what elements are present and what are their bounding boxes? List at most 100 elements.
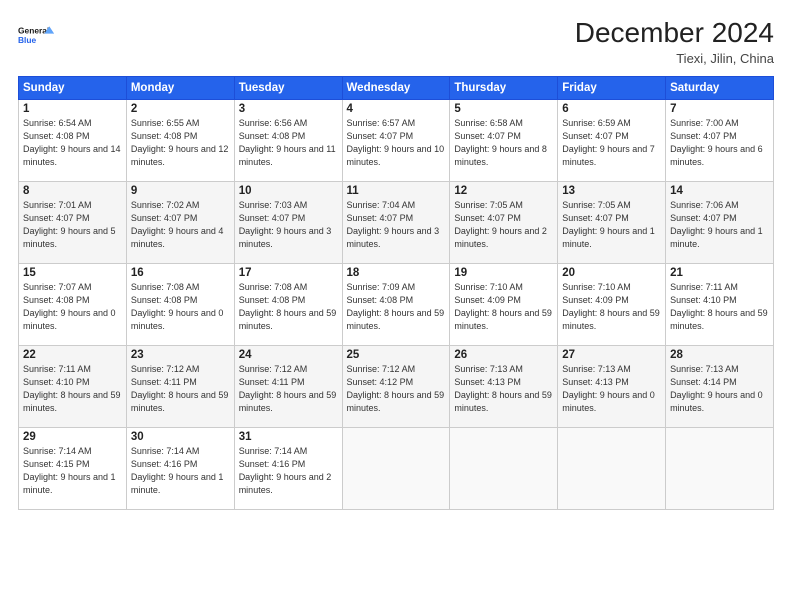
- calendar-cell: 2 Sunrise: 6:55 AM Sunset: 4:08 PM Dayli…: [126, 99, 234, 181]
- day-info: Sunrise: 6:58 AM Sunset: 4:07 PM Dayligh…: [454, 117, 553, 169]
- day-info: Sunrise: 7:03 AM Sunset: 4:07 PM Dayligh…: [239, 199, 338, 251]
- calendar-cell: 26 Sunrise: 7:13 AM Sunset: 4:13 PM Dayl…: [450, 345, 558, 427]
- col-saturday: Saturday: [666, 76, 774, 99]
- calendar-cell: 5 Sunrise: 6:58 AM Sunset: 4:07 PM Dayli…: [450, 99, 558, 181]
- col-sunday: Sunday: [19, 76, 127, 99]
- day-info: Sunrise: 7:00 AM Sunset: 4:07 PM Dayligh…: [670, 117, 769, 169]
- day-info: Sunrise: 7:14 AM Sunset: 4:16 PM Dayligh…: [239, 445, 338, 497]
- day-number: 10: [239, 185, 338, 197]
- calendar-cell: [342, 427, 450, 509]
- day-info: Sunrise: 7:10 AM Sunset: 4:09 PM Dayligh…: [562, 281, 661, 333]
- col-wednesday: Wednesday: [342, 76, 450, 99]
- calendar-cell: 9 Sunrise: 7:02 AM Sunset: 4:07 PM Dayli…: [126, 181, 234, 263]
- calendar-cell: 29 Sunrise: 7:14 AM Sunset: 4:15 PM Dayl…: [19, 427, 127, 509]
- logo: General Blue: [18, 18, 54, 54]
- page: General Blue December 2024 Tiexi, Jilin,…: [0, 0, 792, 612]
- day-info: Sunrise: 7:13 AM Sunset: 4:14 PM Dayligh…: [670, 363, 769, 415]
- day-info: Sunrise: 7:11 AM Sunset: 4:10 PM Dayligh…: [23, 363, 122, 415]
- day-number: 12: [454, 185, 553, 197]
- day-number: 25: [347, 349, 446, 361]
- day-info: Sunrise: 7:02 AM Sunset: 4:07 PM Dayligh…: [131, 199, 230, 251]
- calendar-cell: 10 Sunrise: 7:03 AM Sunset: 4:07 PM Dayl…: [234, 181, 342, 263]
- day-number: 23: [131, 349, 230, 361]
- day-number: 6: [562, 103, 661, 115]
- calendar-cell: 28 Sunrise: 7:13 AM Sunset: 4:14 PM Dayl…: [666, 345, 774, 427]
- day-info: Sunrise: 7:05 AM Sunset: 4:07 PM Dayligh…: [562, 199, 661, 251]
- calendar-cell: 19 Sunrise: 7:10 AM Sunset: 4:09 PM Dayl…: [450, 263, 558, 345]
- day-info: Sunrise: 7:09 AM Sunset: 4:08 PM Dayligh…: [347, 281, 446, 333]
- calendar-cell: [450, 427, 558, 509]
- calendar-body: 1 Sunrise: 6:54 AM Sunset: 4:08 PM Dayli…: [19, 99, 774, 509]
- day-info: Sunrise: 7:08 AM Sunset: 4:08 PM Dayligh…: [239, 281, 338, 333]
- day-number: 4: [347, 103, 446, 115]
- location: Tiexi, Jilin, China: [575, 51, 774, 66]
- calendar-row: 1 Sunrise: 6:54 AM Sunset: 4:08 PM Dayli…: [19, 99, 774, 181]
- svg-text:Blue: Blue: [18, 35, 37, 45]
- calendar-cell: 23 Sunrise: 7:12 AM Sunset: 4:11 PM Dayl…: [126, 345, 234, 427]
- day-info: Sunrise: 7:11 AM Sunset: 4:10 PM Dayligh…: [670, 281, 769, 333]
- day-info: Sunrise: 7:12 AM Sunset: 4:11 PM Dayligh…: [131, 363, 230, 415]
- month-title: December 2024: [575, 18, 774, 49]
- day-info: Sunrise: 6:55 AM Sunset: 4:08 PM Dayligh…: [131, 117, 230, 169]
- logo-svg: General Blue: [18, 18, 54, 54]
- calendar-cell: 16 Sunrise: 7:08 AM Sunset: 4:08 PM Dayl…: [126, 263, 234, 345]
- day-info: Sunrise: 6:59 AM Sunset: 4:07 PM Dayligh…: [562, 117, 661, 169]
- day-info: Sunrise: 6:54 AM Sunset: 4:08 PM Dayligh…: [23, 117, 122, 169]
- col-friday: Friday: [558, 76, 666, 99]
- calendar-row: 22 Sunrise: 7:11 AM Sunset: 4:10 PM Dayl…: [19, 345, 774, 427]
- day-info: Sunrise: 6:57 AM Sunset: 4:07 PM Dayligh…: [347, 117, 446, 169]
- day-number: 1: [23, 103, 122, 115]
- day-number: 15: [23, 267, 122, 279]
- col-monday: Monday: [126, 76, 234, 99]
- day-number: 20: [562, 267, 661, 279]
- day-info: Sunrise: 7:14 AM Sunset: 4:16 PM Dayligh…: [131, 445, 230, 497]
- calendar-cell: 31 Sunrise: 7:14 AM Sunset: 4:16 PM Dayl…: [234, 427, 342, 509]
- day-number: 14: [670, 185, 769, 197]
- calendar-cell: 11 Sunrise: 7:04 AM Sunset: 4:07 PM Dayl…: [342, 181, 450, 263]
- calendar-cell: 7 Sunrise: 7:00 AM Sunset: 4:07 PM Dayli…: [666, 99, 774, 181]
- calendar-cell: 27 Sunrise: 7:13 AM Sunset: 4:13 PM Dayl…: [558, 345, 666, 427]
- calendar-cell: 3 Sunrise: 6:56 AM Sunset: 4:08 PM Dayli…: [234, 99, 342, 181]
- calendar-cell: 8 Sunrise: 7:01 AM Sunset: 4:07 PM Dayli…: [19, 181, 127, 263]
- day-number: 18: [347, 267, 446, 279]
- calendar-cell: [558, 427, 666, 509]
- calendar-cell: 24 Sunrise: 7:12 AM Sunset: 4:11 PM Dayl…: [234, 345, 342, 427]
- title-block: December 2024 Tiexi, Jilin, China: [575, 18, 774, 66]
- day-info: Sunrise: 7:06 AM Sunset: 4:07 PM Dayligh…: [670, 199, 769, 251]
- calendar-row: 29 Sunrise: 7:14 AM Sunset: 4:15 PM Dayl…: [19, 427, 774, 509]
- day-info: Sunrise: 7:01 AM Sunset: 4:07 PM Dayligh…: [23, 199, 122, 251]
- day-info: Sunrise: 7:04 AM Sunset: 4:07 PM Dayligh…: [347, 199, 446, 251]
- day-info: Sunrise: 7:05 AM Sunset: 4:07 PM Dayligh…: [454, 199, 553, 251]
- calendar-cell: 20 Sunrise: 7:10 AM Sunset: 4:09 PM Dayl…: [558, 263, 666, 345]
- day-number: 11: [347, 185, 446, 197]
- day-info: Sunrise: 7:13 AM Sunset: 4:13 PM Dayligh…: [562, 363, 661, 415]
- day-number: 29: [23, 431, 122, 443]
- calendar-cell: 14 Sunrise: 7:06 AM Sunset: 4:07 PM Dayl…: [666, 181, 774, 263]
- col-tuesday: Tuesday: [234, 76, 342, 99]
- day-number: 17: [239, 267, 338, 279]
- calendar-cell: 30 Sunrise: 7:14 AM Sunset: 4:16 PM Dayl…: [126, 427, 234, 509]
- day-info: Sunrise: 7:13 AM Sunset: 4:13 PM Dayligh…: [454, 363, 553, 415]
- calendar-cell: 15 Sunrise: 7:07 AM Sunset: 4:08 PM Dayl…: [19, 263, 127, 345]
- day-number: 19: [454, 267, 553, 279]
- day-number: 5: [454, 103, 553, 115]
- day-number: 24: [239, 349, 338, 361]
- day-number: 28: [670, 349, 769, 361]
- day-info: Sunrise: 7:12 AM Sunset: 4:12 PM Dayligh…: [347, 363, 446, 415]
- day-number: 9: [131, 185, 230, 197]
- day-info: Sunrise: 7:14 AM Sunset: 4:15 PM Dayligh…: [23, 445, 122, 497]
- calendar-cell: 25 Sunrise: 7:12 AM Sunset: 4:12 PM Dayl…: [342, 345, 450, 427]
- day-number: 27: [562, 349, 661, 361]
- day-number: 3: [239, 103, 338, 115]
- day-number: 2: [131, 103, 230, 115]
- calendar-cell: 1 Sunrise: 6:54 AM Sunset: 4:08 PM Dayli…: [19, 99, 127, 181]
- day-info: Sunrise: 7:08 AM Sunset: 4:08 PM Dayligh…: [131, 281, 230, 333]
- calendar-cell: [666, 427, 774, 509]
- calendar-row: 15 Sunrise: 7:07 AM Sunset: 4:08 PM Dayl…: [19, 263, 774, 345]
- calendar-cell: 17 Sunrise: 7:08 AM Sunset: 4:08 PM Dayl…: [234, 263, 342, 345]
- day-number: 21: [670, 267, 769, 279]
- calendar-cell: 18 Sunrise: 7:09 AM Sunset: 4:08 PM Dayl…: [342, 263, 450, 345]
- calendar-row: 8 Sunrise: 7:01 AM Sunset: 4:07 PM Dayli…: [19, 181, 774, 263]
- day-info: Sunrise: 7:10 AM Sunset: 4:09 PM Dayligh…: [454, 281, 553, 333]
- calendar-table: Sunday Monday Tuesday Wednesday Thursday…: [18, 76, 774, 510]
